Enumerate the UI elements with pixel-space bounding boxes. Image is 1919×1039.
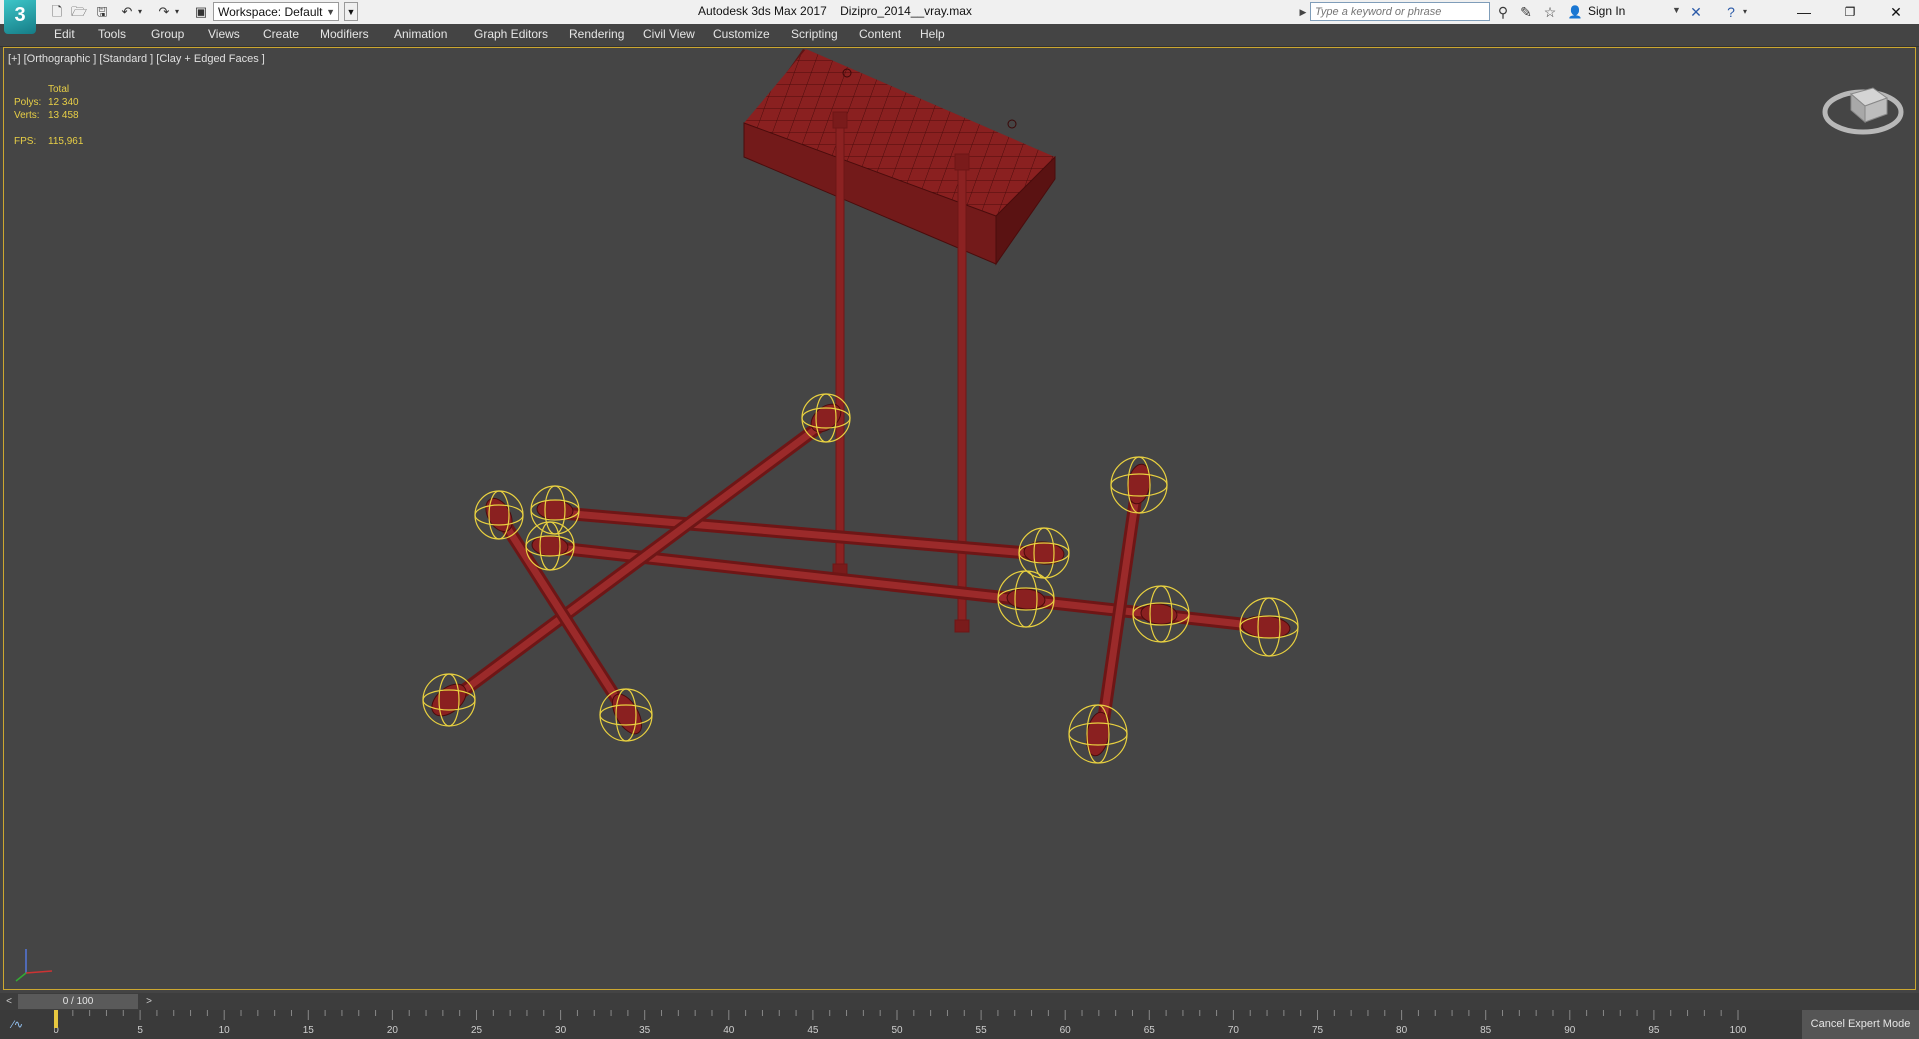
search-input[interactable]: [1310, 2, 1490, 21]
menu-civil-view[interactable]: Civil View: [643, 27, 695, 41]
ruler-tick-label: 65: [1144, 1025, 1156, 1036]
menu-views[interactable]: Views: [208, 27, 240, 41]
open-file-icon[interactable]: 🗁: [70, 3, 88, 21]
menu-bar: Edit Tools Group Views Create Modifiers …: [0, 24, 1919, 47]
ruler-tick-label: 90: [1564, 1025, 1576, 1036]
ruler-tick-label: 70: [1228, 1025, 1240, 1036]
scene-model[interactable]: [4, 48, 1915, 989]
menu-help[interactable]: Help: [920, 27, 945, 41]
ruler-tick-label: 35: [639, 1025, 651, 1036]
stats-verts-label: Verts:: [14, 110, 40, 121]
menu-scripting[interactable]: Scripting: [791, 27, 838, 41]
frame-ruler[interactable]: 0 5 10 15 20 25 30 35 40 45 50 55 60 65 70 75 80 85 90 95 10…: [54, 1010, 1750, 1039]
next-frame-icon[interactable]: >: [142, 993, 156, 1010]
ruler-tick-label: 75: [1312, 1025, 1324, 1036]
ruler-tick-label: 95: [1648, 1025, 1660, 1036]
track-bar[interactable]: ⁄∿ 0 5 10 15 20 25 30 35 40 45 50 55 60 65 70 75 80 85 90 9…: [0, 1010, 1919, 1039]
menu-rendering[interactable]: Rendering: [569, 27, 624, 41]
communication-center-icon[interactable]: ✎: [1517, 3, 1535, 21]
undo-dropdown-icon[interactable]: ▾: [135, 3, 145, 21]
menu-tools[interactable]: Tools: [98, 27, 126, 41]
menu-animation[interactable]: Animation: [394, 27, 447, 41]
stats-verts-value: 13 458: [48, 110, 79, 121]
ruler-tick-label: 100: [1730, 1025, 1747, 1036]
chevron-down-icon: ▼: [326, 7, 335, 17]
search-expand-icon[interactable]: ▶: [1297, 4, 1309, 20]
help-dropdown-icon[interactable]: ▾: [1740, 3, 1750, 21]
previous-frame-icon[interactable]: <: [2, 993, 16, 1010]
ruler-tick-label: 10: [219, 1025, 231, 1036]
sign-in-button[interactable]: Sign In: [1588, 4, 1625, 18]
viewport-label-menu[interactable]: [+] [Orthographic ] [Standard ] [Clay + …: [8, 53, 265, 65]
chevron-down-icon[interactable]: ▼: [1672, 5, 1681, 15]
ruler-tick-label: 5: [137, 1025, 143, 1036]
axis-tripod-icon: [15, 949, 53, 982]
stats-polys-value: 12 340: [48, 97, 79, 108]
viewcube-icon[interactable]: [1821, 76, 1905, 140]
ruler-tick-label: 50: [891, 1025, 903, 1036]
application-menu-button[interactable]: 3: [4, 0, 36, 34]
stats-polys-label: Polys:: [14, 97, 42, 108]
workspace-label: Workspace: Default: [218, 5, 323, 19]
autodesk-exchange-icon[interactable]: ✕: [1687, 3, 1705, 21]
ruler-tick-label: 15: [303, 1025, 315, 1036]
menu-modifiers[interactable]: Modifiers: [320, 27, 369, 41]
stats-fps-value: 115,961: [48, 136, 84, 147]
curve-editor-mini-icon[interactable]: ⁄∿: [12, 1018, 23, 1031]
undo-icon[interactable]: ↶: [118, 3, 136, 21]
close-button[interactable]: ✕: [1873, 0, 1919, 24]
cancel-expert-mode-button[interactable]: Cancel Expert Mode: [1802, 1010, 1919, 1039]
ruler-tick-label: 40: [723, 1025, 735, 1036]
ruler-tick-label: 80: [1396, 1025, 1408, 1036]
quick-access-customize-button[interactable]: ▼: [344, 2, 358, 21]
project-folder-icon[interactable]: ▣: [192, 3, 210, 21]
ruler-tick-label: 60: [1060, 1025, 1072, 1036]
menu-create[interactable]: Create: [263, 27, 299, 41]
stats-fps-label: FPS:: [14, 136, 37, 147]
time-slider-bar: < 0 / 100 >: [0, 993, 1919, 1010]
ruler-tick-label: 45: [807, 1025, 819, 1036]
restore-button[interactable]: ❐: [1827, 0, 1873, 24]
favorites-star-icon[interactable]: ☆: [1541, 3, 1559, 21]
ruler-tick-label: 20: [387, 1025, 399, 1036]
ruler-tick-label: 55: [976, 1025, 988, 1036]
stats-total-label: Total: [48, 84, 70, 95]
binoculars-icon[interactable]: ⚲: [1494, 3, 1512, 21]
title-bar: 3 🗋 🗁 🖫 ↶ ▾ ↷ ▾ ▣ Workspace: Default ▼ ▼…: [0, 0, 1919, 34]
current-frame-marker[interactable]: [54, 1010, 58, 1028]
ruler-tick-label: 25: [471, 1025, 483, 1036]
minimize-button[interactable]: —: [1781, 0, 1827, 24]
menu-group[interactable]: Group: [151, 27, 184, 41]
menu-content[interactable]: Content: [859, 27, 901, 41]
ruler-tick-label: 30: [555, 1025, 567, 1036]
ceiling-canopy[interactable]: [743, 49, 1056, 266]
app-logo-text: 3: [14, 4, 26, 26]
user-icon: 👤: [1567, 5, 1583, 19]
perspective-viewport[interactable]: [+] [Orthographic ] [Standard ] [Clay + …: [3, 47, 1916, 990]
save-icon[interactable]: 🖫: [93, 3, 111, 21]
workspace-selector[interactable]: Workspace: Default ▼: [213, 2, 339, 21]
menu-edit[interactable]: Edit: [54, 27, 75, 41]
new-file-icon[interactable]: 🗋: [48, 3, 66, 21]
window-title: Autodesk 3ds Max 2017 Dizipro_2014__vray…: [698, 4, 972, 18]
redo-dropdown-icon[interactable]: ▾: [172, 3, 182, 21]
menu-customize[interactable]: Customize: [713, 27, 770, 41]
help-icon[interactable]: ?: [1722, 3, 1740, 21]
ruler-tick-label: 85: [1480, 1025, 1492, 1036]
menu-graph-editors[interactable]: Graph Editors: [474, 27, 548, 41]
time-slider[interactable]: 0 / 100: [18, 994, 138, 1009]
redo-icon[interactable]: ↷: [155, 3, 173, 21]
